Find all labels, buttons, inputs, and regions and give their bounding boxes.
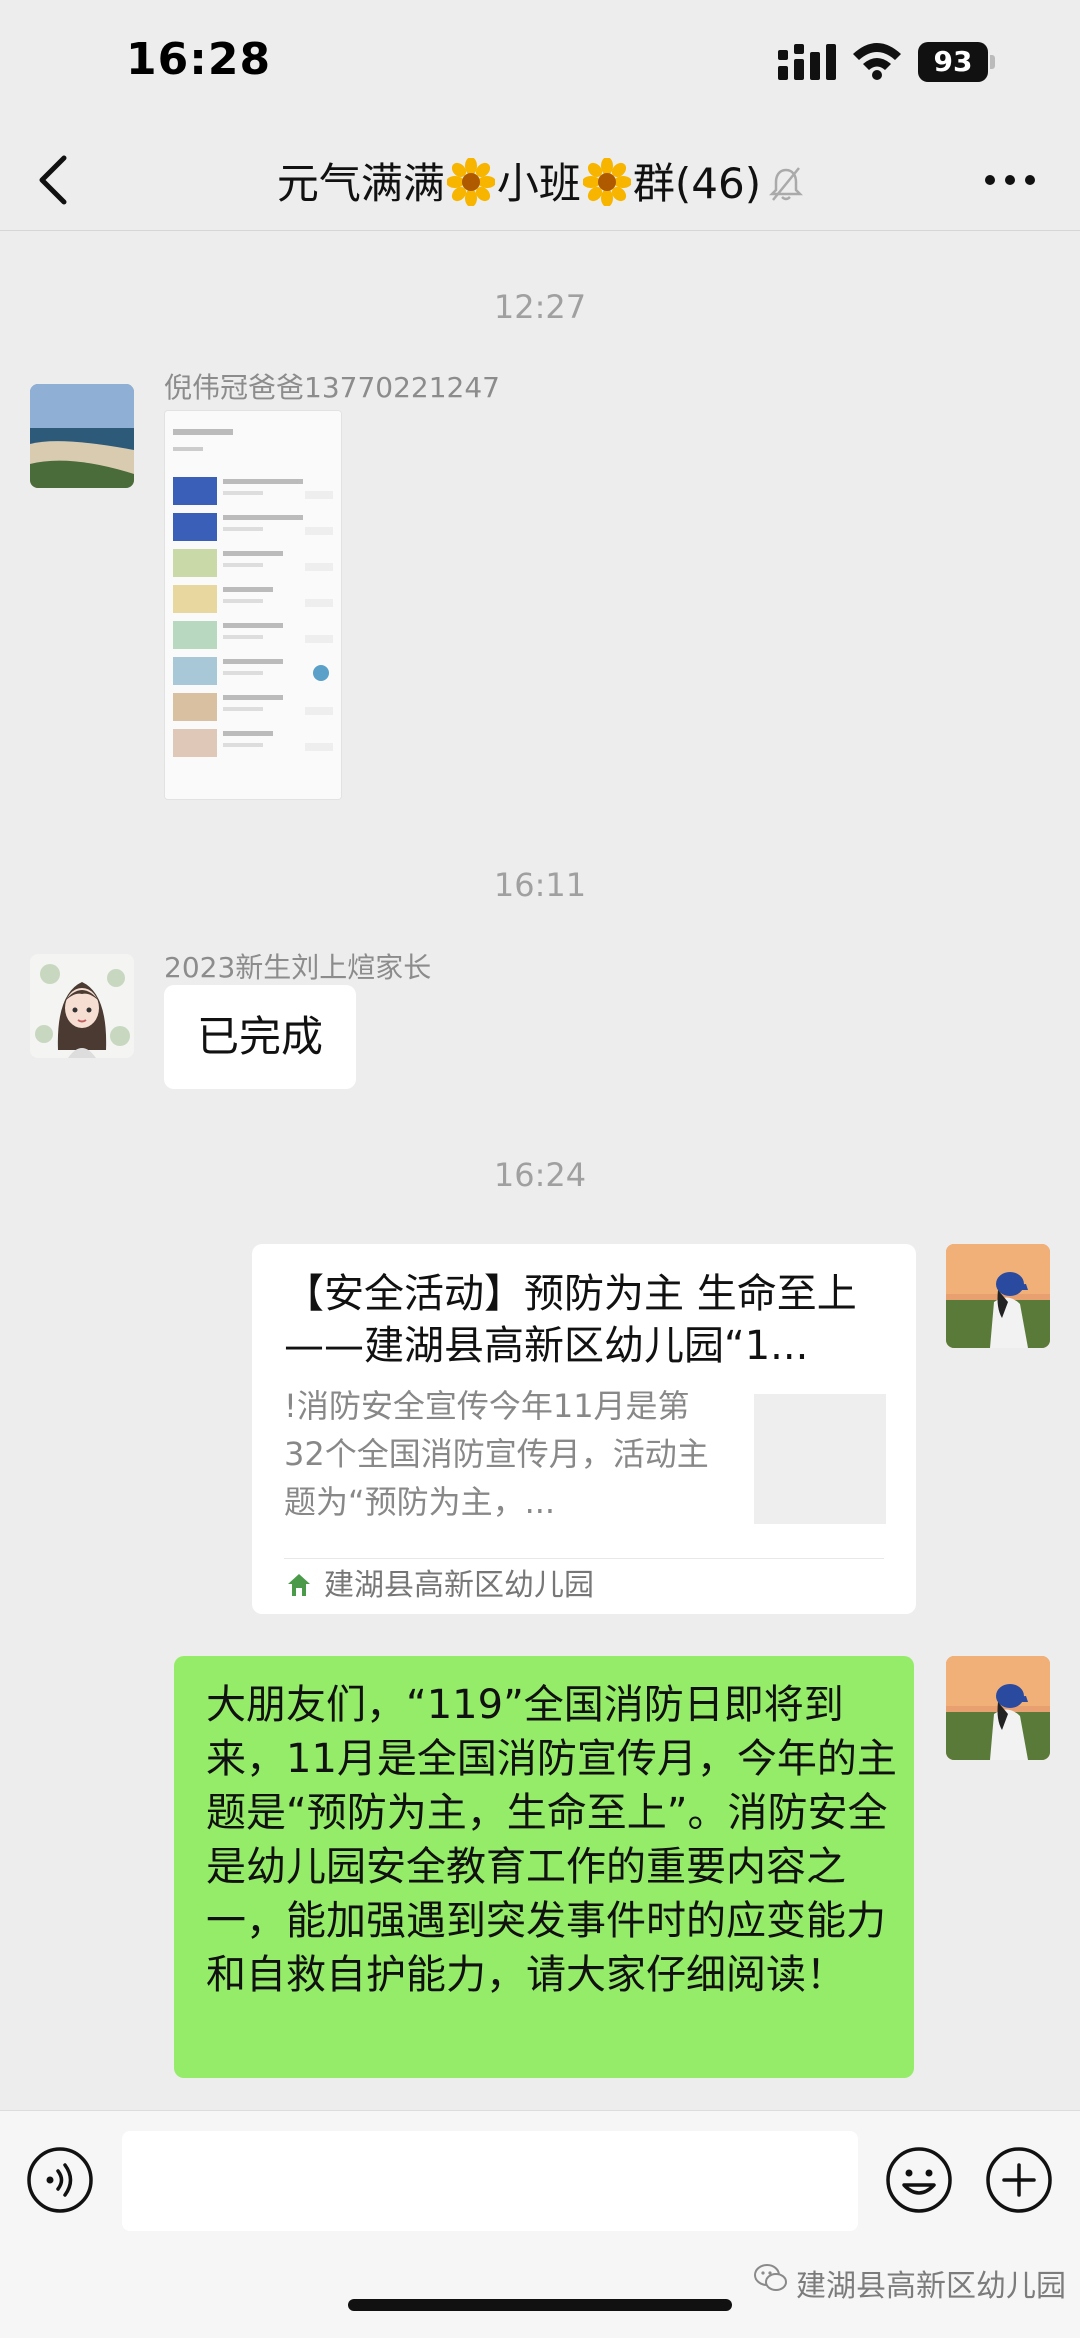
sender-name: 倪伟冠爸爸13770221247 — [164, 371, 500, 404]
wifi-icon — [853, 43, 901, 80]
battery-level: 93 — [918, 42, 988, 82]
battery-tip — [990, 55, 995, 69]
timestamp: 12:27 — [493, 288, 587, 326]
chat-title-part2: 小班 — [496, 159, 581, 208]
sunflower-emoji-icon — [582, 158, 631, 206]
more-functions-button[interactable] — [984, 2145, 1054, 2215]
cellular-signal-icon — [778, 44, 836, 80]
image-message[interactable] — [164, 410, 342, 800]
screenshot-thumbnail — [165, 411, 341, 799]
status-time: 16:28 — [126, 34, 272, 85]
emoji-button[interactable] — [884, 2145, 954, 2215]
message-input[interactable] — [122, 2131, 858, 2231]
article-title: 【安全活动】预防为主 生命至上——建湖县高新区幼儿园“1... — [284, 1271, 857, 1369]
article-source: 建湖县高新区幼儿园 — [324, 1568, 594, 1603]
chat-title-part1: 元气满满 — [276, 159, 445, 208]
sent-text-content: 大朋友们，“119”全国消防日即将到来，11月是全国消防宣传月，今年的主题是“预… — [206, 1682, 897, 1998]
more-options-button[interactable] — [982, 160, 1038, 200]
article-description: !消防安全宣传今年11月是第32个全国消防宣传月，活动主题为“预防为主，... — [284, 1387, 709, 1521]
text-message[interactable]: 已完成 — [164, 985, 356, 1089]
mute-bell-icon — [769, 167, 804, 201]
battery-indicator: 93 — [918, 42, 998, 82]
sent-text-message[interactable]: 大朋友们，“119”全国消防日即将到来，11月是全国消防宣传月，今年的主题是“预… — [174, 1656, 914, 2078]
avatar-sender1[interactable] — [30, 384, 134, 488]
article-link-card[interactable]: 【安全活动】预防为主 生命至上——建湖县高新区幼儿园“1... !消防安全宣传今… — [252, 1244, 916, 1614]
official-account-logo-icon — [288, 1574, 310, 1596]
sender-name: 2023新生刘上煊家长 — [164, 951, 432, 984]
voice-input-button[interactable] — [25, 2145, 95, 2215]
card-divider — [284, 1558, 884, 1559]
status-bar: 16:28 93 — [0, 0, 1080, 130]
chat-header: 元气满满 小班 群(46) — [0, 130, 1080, 231]
timestamp: 16:24 — [493, 1156, 587, 1194]
chat-title-part3: 群(46) — [632, 159, 762, 208]
home-indicator[interactable] — [348, 2299, 732, 2311]
chat-title: 元气满满 小班 群(46) — [0, 150, 1080, 211]
watermark-text: 建湖县高新区幼儿园 — [796, 2269, 1066, 2304]
timestamp: 16:11 — [493, 866, 587, 904]
avatar-self[interactable] — [946, 1656, 1050, 1760]
wechat-logo-icon — [754, 2264, 787, 2291]
sunflower-emoji-icon — [446, 158, 495, 206]
article-thumbnail — [754, 1394, 886, 1524]
input-bar: 建湖县高新区幼儿园 — [0, 2110, 1080, 2338]
avatar-sender2[interactable] — [30, 954, 134, 1058]
avatar-self[interactable] — [946, 1244, 1050, 1348]
